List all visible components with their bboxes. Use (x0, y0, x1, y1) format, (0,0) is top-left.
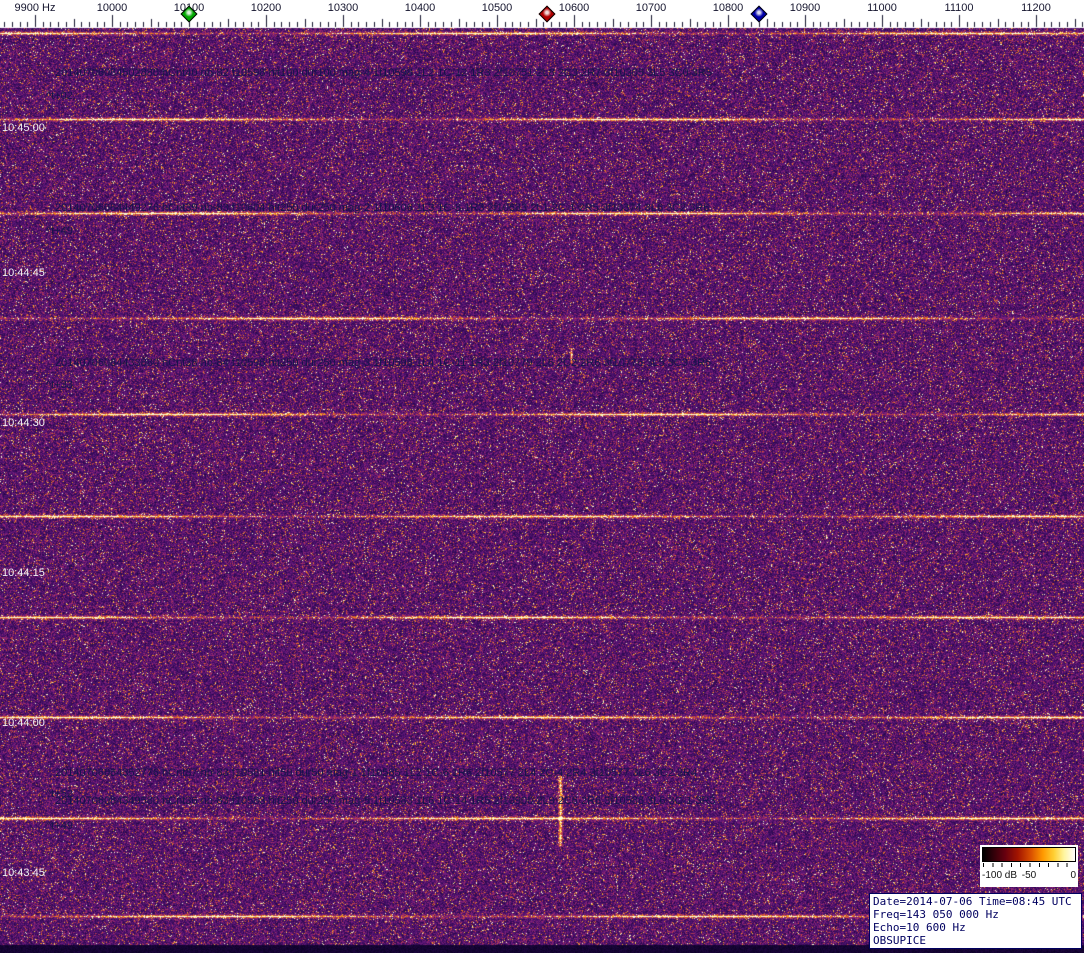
colorbar-labels: -100 dB -50 0 (982, 867, 1076, 883)
colorbar-max-label: 0 (1070, 870, 1076, 881)
detection-annotation: 20140706084352776 hCnt37 nb-83 f10581 hi… (55, 767, 698, 779)
time-label: 10:43:45 (2, 867, 45, 879)
colorbar-legend: -100 dB -50 0 (980, 845, 1078, 887)
detection-annotation: 20140706084349580 hCnt36 nb-83 f10583 hi… (55, 795, 716, 807)
spectrogram-canvas (0, 0, 1084, 953)
detection-time-mark: ^t+49 (46, 225, 73, 237)
detection-time-mark: ^t+33 (46, 379, 73, 391)
time-label: 10:45:00 (2, 122, 45, 134)
colorbar-mid-label: -50 (1021, 870, 1037, 881)
info-echo: Echo=10 600 Hz (873, 921, 966, 934)
blue-marker-diamond[interactable] (750, 5, 768, 23)
info-frequency: Freq=143 050 000 Hz (873, 908, 999, 921)
time-label: 10:44:30 (2, 417, 45, 429)
colorbar-min-label: -100 dB (982, 870, 1018, 881)
frequency-markers (0, 0, 1084, 28)
time-label: 10:44:45 (2, 267, 45, 279)
spectrogram-app: 9900 Hz100001010010200103001040010500106… (0, 0, 1084, 953)
observation-info-box: Date=2014-07-06 Time=08:45 UTC Freq=143 … (869, 893, 1082, 949)
red-marker-diamond[interactable] (538, 5, 556, 23)
detection-annotation: 20140706084449276 hCnt39 nb-83 f10604 hi… (55, 202, 710, 214)
detection-time-mark: ^t+02 (46, 90, 73, 102)
time-label: 10:44:15 (2, 567, 45, 579)
green-marker-diamond[interactable] (180, 5, 198, 23)
detection-time-mark: ^t+49 (46, 820, 73, 832)
info-station: OBSUPICE (873, 934, 926, 947)
info-date-time: Date=2014-07-06 Time=08:45 UTC (873, 895, 1072, 908)
colorbar-gradient (982, 847, 1076, 862)
detection-annotation: 20140706084502880 hCnt40 nb-82 f10598 hi… (55, 67, 712, 79)
detection-annotation: 20140706084433880 hCnt38 nb-84 f10598 hi… (55, 357, 712, 369)
time-label: 10:44:00 (2, 717, 45, 729)
